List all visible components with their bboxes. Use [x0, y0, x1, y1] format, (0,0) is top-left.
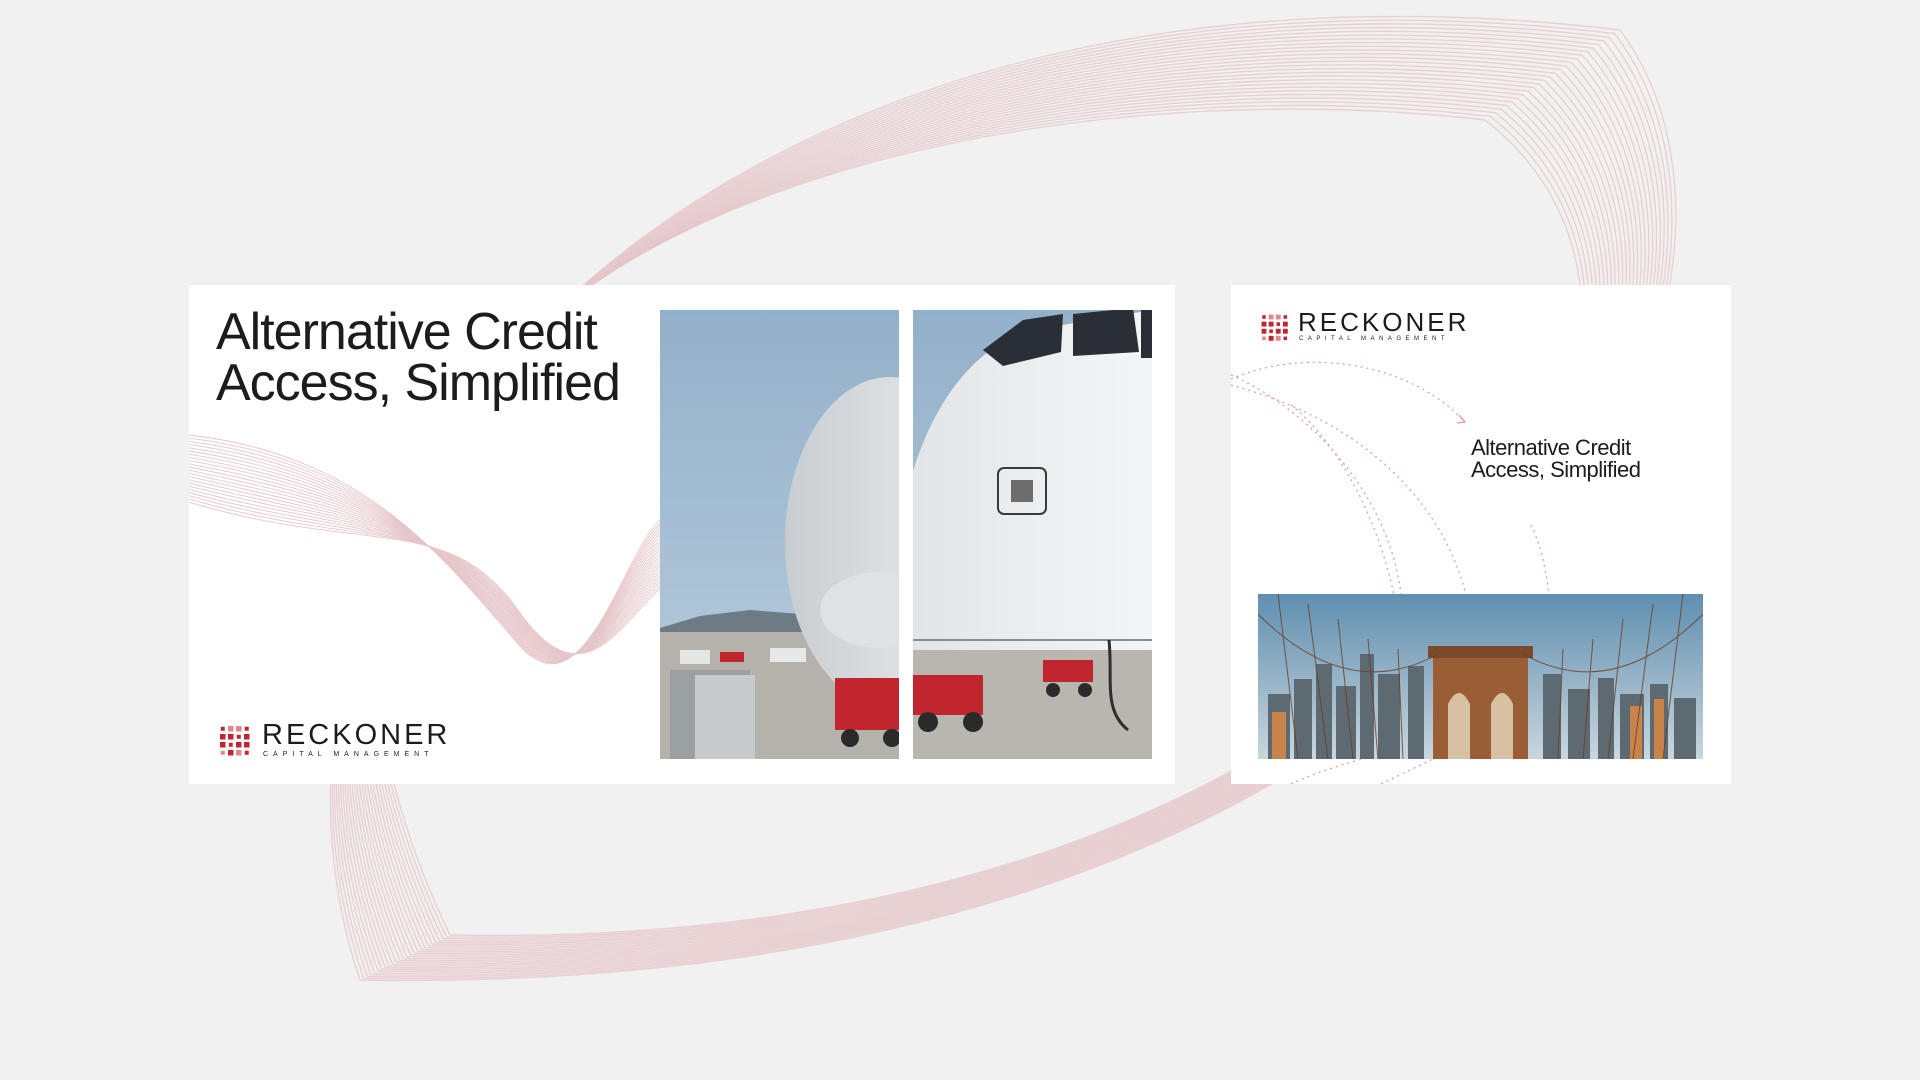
logo-dot — [1283, 336, 1288, 341]
logo-dot — [1276, 322, 1280, 326]
logo-dot — [228, 726, 234, 732]
logo-dot — [1282, 328, 1288, 334]
logo-dot — [1268, 314, 1274, 320]
logo-dot — [236, 742, 242, 748]
logo-dot — [220, 750, 225, 755]
presentation-canvas: Alternative Credit Access, Simplified RE… — [0, 0, 1920, 1080]
airplane-photo-left — [660, 310, 899, 759]
logo-dot-grid-icon — [1261, 314, 1288, 341]
logo-dot — [1283, 315, 1288, 319]
banner-headline: Alternative Credit Access, Simplified — [1471, 435, 1641, 482]
logo-dot — [1268, 335, 1274, 341]
logo-dot — [220, 734, 226, 740]
logo-tagline: CAPITAL MANAGEMENT — [263, 751, 434, 758]
logo-dot — [236, 750, 242, 756]
logo-dot — [244, 734, 250, 740]
logo-dot — [244, 750, 249, 755]
logo-dot — [1275, 328, 1281, 334]
wave-line — [189, 440, 670, 663]
logo-dot — [236, 734, 241, 739]
logo-dot — [1275, 314, 1281, 320]
bridge-photo-image — [1258, 594, 1703, 759]
logo-dot — [1268, 321, 1274, 327]
airplane-photo-left-panel — [660, 310, 899, 759]
logo-wordmark: RECKONER — [262, 719, 451, 751]
logo-dot — [228, 742, 233, 747]
logo-dot — [244, 726, 249, 731]
logo-dot — [1262, 315, 1266, 319]
square-banner-card: RECKONER CAPITAL MANAGEMENT Alternative … — [1231, 285, 1731, 784]
logo-dot — [1261, 328, 1267, 334]
brooklyn-bridge-photo — [1258, 594, 1703, 759]
logo-dot — [244, 742, 250, 748]
wide-banner-card: Alternative Credit Access, Simplified RE… — [189, 285, 1175, 784]
logo-dot — [220, 726, 225, 731]
banner-headline: Alternative Credit Access, Simplified — [216, 303, 621, 412]
logo-dot — [1269, 329, 1273, 333]
logo-dot — [236, 726, 242, 732]
logo-dot — [1275, 335, 1281, 341]
logo-dot — [220, 742, 226, 748]
logo-dot — [228, 734, 234, 740]
logo-wordmark: RECKONER — [1298, 307, 1470, 337]
logo-dot — [1261, 321, 1267, 327]
logo-dot — [228, 750, 234, 756]
logo-dot — [1262, 336, 1266, 341]
airplane-photo-right-panel — [913, 310, 1152, 759]
logo-dot — [1282, 321, 1288, 327]
logo-tagline: CAPITAL MANAGEMENT — [1299, 336, 1450, 342]
airplane-photo-right — [913, 310, 1152, 759]
logo-dot-grid-icon — [220, 726, 250, 756]
